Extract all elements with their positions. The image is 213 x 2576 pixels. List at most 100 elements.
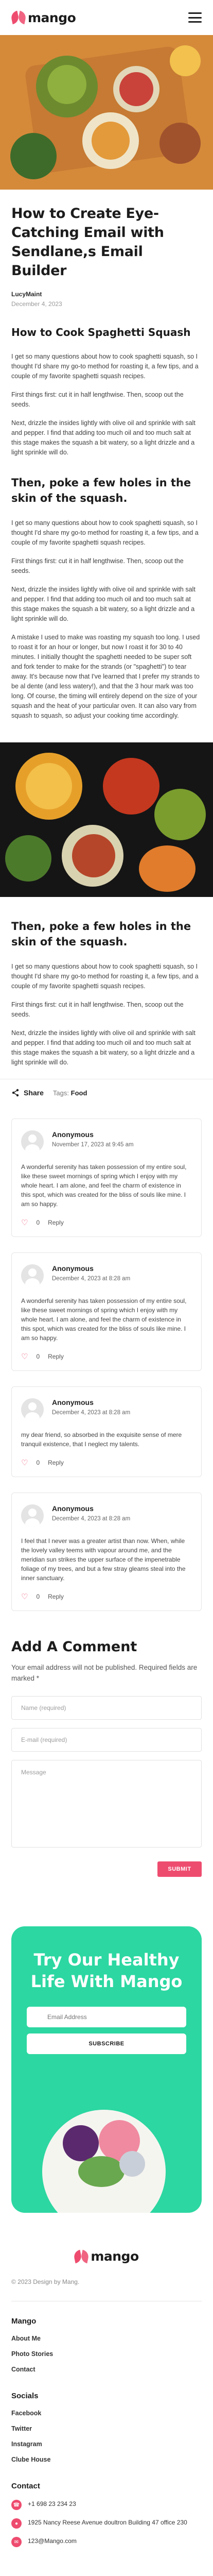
reply-button[interactable]: Reply [48, 1219, 64, 1226]
tags: Tags: Food [53, 1089, 87, 1097]
site-footer: mango © 2023 Design by Mang. Mango About… [0, 2213, 213, 2547]
footer-contact: Contact ☎ +1 698 23 234 23 ● 1925 Nancy … [11, 2482, 202, 2547]
avatar [21, 1264, 44, 1287]
paragraph: First things first: cut it in half lengt… [11, 1001, 184, 1018]
comment-body: my dear friend, so absorbed in the exqui… [21, 1431, 182, 1448]
heart-icon[interactable]: ♡ [21, 1218, 28, 1227]
article-image [0, 742, 213, 897]
hamburger-icon [188, 12, 202, 14]
like-count: 0 [36, 1459, 40, 1466]
email-text: 123@Mango.com [28, 2537, 77, 2545]
contact-email[interactable]: ✉ 123@Mango.com [11, 2537, 202, 2547]
hamburger-menu-button[interactable] [188, 12, 202, 23]
comment-author: Anonymous [52, 1398, 94, 1406]
like-count: 0 [36, 1219, 40, 1226]
paragraph: I get so many questions about how to coo… [11, 353, 199, 380]
comment-card: Anonymous November 17, 2023 at 9:45 am A w… [11, 1118, 202, 1237]
paragraph: Next, drizzle the insides lightly with o… [11, 1029, 196, 1066]
page: mango How to Create Eye-Catching Email w… [0, 0, 213, 2547]
paragraph: First things first: cut it in half lengt… [11, 557, 184, 574]
heart-icon[interactable]: ♡ [21, 1352, 28, 1361]
copyright: © 2023 Design by Mang. [11, 2278, 80, 2285]
tag-link[interactable]: Food [71, 1089, 87, 1097]
message-field[interactable] [11, 1760, 202, 1848]
heart-icon[interactable]: ♡ [21, 1592, 28, 1601]
share-label: Share [24, 1089, 44, 1097]
like-count: 0 [36, 1353, 40, 1360]
reply-button[interactable]: Reply [48, 1459, 64, 1466]
article: How to Create Eye-Catching Email with Se… [0, 190, 213, 1067]
footer-heading: Contact [11, 2482, 40, 2490]
footer-link-instagram[interactable]: Instagram [11, 2441, 202, 2448]
section-heading: Then, poke a few holes in the skin of th… [11, 920, 191, 948]
brand-logo[interactable]: mango [10, 10, 76, 25]
footer-heading: Mango [11, 2317, 37, 2326]
paragraph: Next, drizzle the insides lightly with o… [11, 419, 196, 456]
location-icon: ● [11, 2518, 22, 2529]
avatar [21, 1504, 44, 1527]
section-heading: Then, poke a few holes in the skin of th… [11, 477, 191, 504]
paragraph: I get so many questions about how to coo… [11, 519, 199, 546]
comment-body: I feel that I never was a greater artist… [21, 1537, 186, 1582]
footer-heading: Socials [11, 2392, 39, 2400]
share-button[interactable]: Share [11, 1089, 44, 1097]
newsletter-email-input[interactable] [27, 2007, 186, 2027]
comment-date: December 4, 2023 at 8:28 am [52, 1410, 131, 1416]
paragraph: Next, drizzle the insides lightly with o… [11, 586, 196, 622]
phone-icon: ☎ [11, 2500, 22, 2510]
comment-body: A wonderful serenity has taken possessio… [21, 1297, 187, 1342]
contact-address: ● 1925 Nancy Reese Avenue doultron Build… [11, 2518, 202, 2529]
mango-logo-icon [73, 2249, 90, 2264]
tags-label: Tags: [52, 1089, 69, 1097]
share-row: Share Tags: Food [0, 1079, 213, 1107]
article-author[interactable]: LucyMaint [11, 291, 202, 298]
article-title: How to Create Eye-Catching Email with Se… [11, 206, 164, 279]
comment-form-title: Add A Comment [11, 1639, 137, 1655]
comment-card: Anonymous December 4, 2023 at 8:28 am my d… [11, 1386, 202, 1477]
newsletter-card: Try Our Healthy Life With Mango SUBSCRIB… [11, 1926, 202, 2213]
comment-form-note: Your email address will not be published… [11, 1664, 198, 1682]
article-date: December 4, 2023 [11, 300, 62, 308]
comment-author: Anonymous [52, 1264, 94, 1273]
share-icon [12, 1089, 19, 1097]
subscribe-button[interactable]: SUBSCRIBE [27, 2033, 186, 2054]
newsletter-title: Try Our Healthy Life With Mango [30, 1950, 183, 1991]
comment-date: November 17, 2023 at 9:45 am [52, 1142, 134, 1148]
name-field[interactable] [11, 1696, 202, 1720]
avatar [21, 1398, 44, 1421]
article-meta: LucyMaint December 4, 2023 [11, 291, 202, 308]
footer-socials: Socials Facebook Twitter Instagram Clube… [11, 2392, 202, 2463]
comment-date: December 4, 2023 at 8:28 am [52, 1516, 131, 1522]
contact-phone[interactable]: ☎ +1 698 23 234 23 [11, 2500, 202, 2510]
footer-link-facebook[interactable]: Facebook [11, 2410, 202, 2417]
hero-image [0, 35, 213, 190]
address-text: 1925 Nancy Reese Avenue doultron Buildin… [28, 2519, 187, 2526]
comments-section: Anonymous November 17, 2023 at 9:45 am A w… [0, 1107, 213, 1611]
comment-card: Anonymous December 4, 2023 at 8:28 am I fe… [11, 1493, 202, 1611]
comment-author: Anonymous [52, 1504, 94, 1513]
submit-button[interactable]: SUBMIT [157, 1861, 202, 1877]
avatar [21, 1130, 44, 1153]
section-heading: How to Cook Spaghetti Squash [11, 326, 191, 338]
reply-button[interactable]: Reply [48, 1593, 64, 1600]
salad-bowl-image [42, 2110, 166, 2213]
footer-link-photo-stories[interactable]: Photo Stories [11, 2350, 202, 2358]
email-field[interactable] [11, 1728, 202, 1752]
paragraph: I get so many questions about how to coo… [11, 963, 199, 990]
footer-brand-name: mango [91, 2249, 139, 2264]
site-header: mango [0, 0, 213, 35]
phone-text: +1 698 23 234 23 [28, 2500, 76, 2507]
footer-link-twitter[interactable]: Twitter [11, 2425, 202, 2432]
like-count: 0 [36, 1593, 40, 1600]
footer-mango-links: Mango About Me Photo Stories Contact [11, 2317, 202, 2373]
brand-name: mango [28, 10, 76, 25]
comment-form: Add A Comment Your email address will no… [0, 1626, 213, 1877]
footer-link-contact[interactable]: Contact [11, 2366, 202, 2373]
footer-link-clubhouse[interactable]: Clube House [11, 2456, 202, 2463]
paragraph: First things first: cut it in half lengt… [11, 391, 184, 408]
footer-link-about[interactable]: About Me [11, 2335, 202, 2342]
heart-icon[interactable]: ♡ [21, 1458, 28, 1467]
footer-logo[interactable]: mango [11, 2249, 202, 2264]
reply-button[interactable]: Reply [48, 1353, 64, 1360]
comment-body: A wonderful serenity has taken possessio… [21, 1163, 187, 1208]
